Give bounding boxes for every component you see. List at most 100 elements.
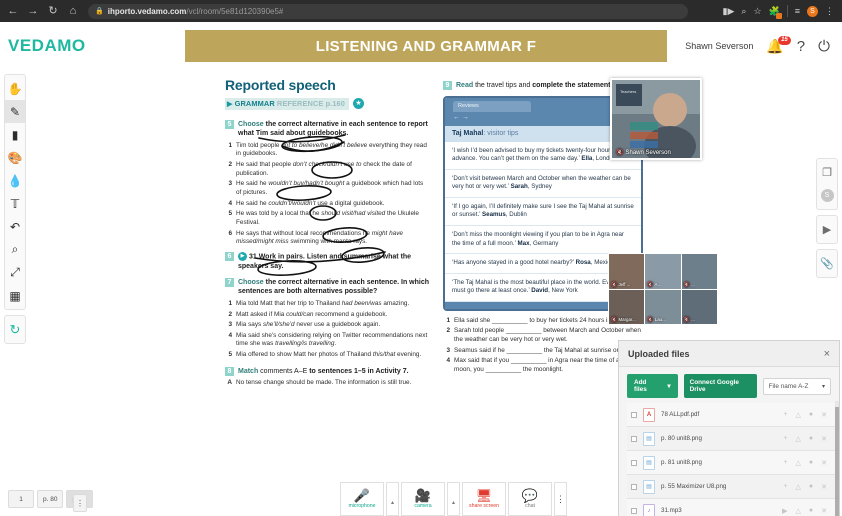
layers-icon[interactable]: ❐ bbox=[817, 161, 837, 184]
hand-tool[interactable]: ✋ bbox=[5, 77, 25, 100]
user-badge-letter: S bbox=[820, 189, 834, 202]
video-participant-label: 🔇 Shawn Severson bbox=[616, 149, 671, 157]
reload-icon[interactable]: ↻ bbox=[46, 4, 60, 18]
download-icon[interactable]: △ bbox=[796, 459, 801, 467]
video-tile[interactable]: 🔇 Margar... bbox=[609, 289, 645, 324]
shape-tool[interactable]: ▮ bbox=[5, 123, 25, 146]
info-icon[interactable]: ● bbox=[809, 435, 813, 443]
home-icon[interactable]: ⌂ bbox=[66, 4, 80, 18]
uploaded-files-panel[interactable]: Uploaded files × Add files ▾ Connect Goo… bbox=[618, 340, 840, 516]
page-thumb-p80[interactable]: p. 80 bbox=[37, 490, 64, 508]
media-cast-icon[interactable]: ▮▶ bbox=[723, 6, 735, 17]
profile-avatar[interactable]: S bbox=[807, 5, 818, 17]
menu-kebab-icon[interactable]: ⋮ bbox=[825, 6, 834, 17]
files-scrollbar-thumb[interactable] bbox=[835, 407, 839, 516]
info-icon[interactable]: ● bbox=[809, 483, 813, 491]
notifications-bell-icon[interactable]: 🔔 15 bbox=[766, 35, 791, 55]
grid-tool[interactable]: ▦ bbox=[5, 284, 25, 307]
video-tile[interactable]: 🔇 ... bbox=[681, 254, 717, 289]
play-icon[interactable]: ▶ bbox=[817, 218, 837, 241]
play-icon[interactable]: ▶ bbox=[782, 507, 787, 515]
microphone-button[interactable]: 🎤 microphone bbox=[340, 482, 384, 516]
page-navigation: ⋮ 1 p. 80 p. 81 bbox=[8, 490, 93, 512]
reference-page: p.160 bbox=[325, 98, 345, 108]
help-icon[interactable]: ? bbox=[797, 38, 805, 55]
delete-icon[interactable]: ✕ bbox=[821, 507, 827, 515]
video-tile[interactable]: 🔇 ... bbox=[681, 289, 717, 324]
worksheet-page[interactable]: Reported speech ▶ GRAMMAR REFERENCE p.16… bbox=[185, 70, 655, 516]
page-menu-kebab-icon[interactable]: ⋮ bbox=[72, 494, 87, 512]
file-checkbox[interactable] bbox=[631, 411, 637, 418]
info-icon[interactable]: ● bbox=[809, 507, 813, 515]
exercise-heading-mid: comments A–E bbox=[258, 367, 310, 375]
reading-list-icon[interactable]: ≡ bbox=[795, 6, 800, 16]
pen-tool[interactable]: ✎ bbox=[5, 100, 25, 123]
user-badge-icon[interactable]: S bbox=[817, 184, 837, 207]
vedamo-logo[interactable]: VEDAMO bbox=[0, 36, 185, 56]
text-tool[interactable]: 𝕋 bbox=[5, 192, 25, 215]
info-icon[interactable]: ● bbox=[809, 459, 813, 467]
video-tile[interactable]: 🔇 Lau... bbox=[645, 289, 681, 324]
page-thumb-1[interactable]: 1 bbox=[8, 490, 34, 508]
url-text: ihporto.vedamo.com/vcl/room/5e81d120390e… bbox=[108, 7, 284, 16]
zoom-icon[interactable]: ⌕ bbox=[741, 6, 746, 17]
file-checkbox[interactable] bbox=[631, 507, 637, 514]
video-tile[interactable]: 🔇 A... bbox=[645, 254, 681, 289]
fill-tool[interactable]: 💧 bbox=[5, 169, 25, 192]
camera-options-caret[interactable]: ▴ bbox=[447, 482, 460, 516]
files-list[interactable]: A 78 ALLpdf.pdf + △ ● ✕ ▤ p. 80 unit8.png +… bbox=[627, 403, 835, 516]
share-screen-button[interactable]: 🖥 share screen bbox=[462, 482, 506, 516]
camera-button[interactable]: 🎥 camera bbox=[401, 482, 445, 516]
connect-google-drive-button[interactable]: Connect Google Drive bbox=[683, 374, 757, 398]
grammar-reference-link[interactable]: ▶ GRAMMAR REFERENCE p.160 bbox=[225, 97, 349, 110]
file-row[interactable]: ▤ p. 80 unit8.png + △ ● ✕ bbox=[627, 427, 835, 451]
video-tile[interactable]: 🔇 Jeff ... bbox=[609, 254, 645, 289]
add-files-button[interactable]: Add files ▾ bbox=[627, 374, 678, 398]
refresh-board-tool[interactable]: ↻ bbox=[5, 318, 25, 341]
more-options-kebab-icon[interactable]: ⋮ bbox=[554, 482, 567, 516]
add-to-board-icon[interactable]: + bbox=[783, 459, 787, 467]
delete-icon[interactable]: ✕ bbox=[821, 483, 827, 491]
bookmark-star-icon[interactable]: ☆ bbox=[753, 6, 761, 17]
file-checkbox[interactable] bbox=[631, 435, 637, 442]
download-icon[interactable]: △ bbox=[796, 483, 801, 491]
extension-puzzle-icon[interactable]: 🧩 bbox=[769, 6, 782, 19]
triangle-icon: ▶ bbox=[227, 100, 233, 108]
add-to-board-icon[interactable]: + bbox=[783, 411, 787, 419]
forward-arrow-icon[interactable]: → bbox=[26, 4, 40, 18]
palette-tool[interactable]: 🎨 bbox=[5, 146, 25, 169]
zoom-tool[interactable]: ⌕ bbox=[5, 238, 25, 261]
file-row[interactable]: ▤ p. 81 unit8.png + △ ● ✕ bbox=[627, 451, 835, 475]
audio-file-icon: ♪ bbox=[643, 503, 655, 516]
audio-play-icon[interactable]: ▶ bbox=[238, 251, 247, 261]
participant-video-grid[interactable]: 🔇 Jeff ... 🔇 A... 🔇 ... 🔇 Margar... 🔇 La… bbox=[608, 253, 718, 325]
delete-icon[interactable]: ✕ bbox=[821, 435, 827, 443]
close-icon[interactable]: × bbox=[824, 348, 830, 360]
address-bar[interactable]: 🔒 ihporto.vedamo.com/vcl/room/5e81d12039… bbox=[88, 3, 688, 19]
file-row[interactable]: ▤ p. 55 Maximizer U8.png + △ ● ✕ bbox=[627, 475, 835, 499]
fit-screen-tool[interactable]: ⤢ bbox=[5, 261, 25, 284]
sort-select[interactable]: File name A-Z ▾ bbox=[762, 377, 831, 395]
attachment-icon[interactable]: 📎 bbox=[817, 252, 837, 275]
file-checkbox[interactable] bbox=[631, 483, 637, 490]
add-to-board-icon[interactable]: + bbox=[783, 483, 787, 491]
power-exit-icon[interactable]: ⏻ bbox=[818, 38, 830, 55]
add-to-board-icon[interactable]: + bbox=[783, 435, 787, 443]
delete-icon[interactable]: ✕ bbox=[821, 459, 827, 467]
download-icon[interactable]: △ bbox=[796, 435, 801, 443]
microphone-options-caret[interactable]: ▴ bbox=[386, 482, 399, 516]
exercise-number: 6 bbox=[225, 251, 234, 261]
exercise-heading: Read the travel tips and complete the st… bbox=[456, 81, 630, 90]
exercise-heading-bold: to sentences 1–5 in Activity 7. bbox=[309, 367, 409, 375]
file-row[interactable]: ♪ 31.mp3 ▶ △ ● ✕ bbox=[627, 499, 835, 516]
file-row[interactable]: A 78 ALLpdf.pdf + △ ● ✕ bbox=[627, 403, 835, 427]
info-icon[interactable]: ● bbox=[809, 411, 813, 419]
main-video-tile[interactable]: Teachers 🔇 Shawn Severson bbox=[610, 78, 702, 160]
back-arrow-icon[interactable]: ← bbox=[6, 4, 20, 18]
delete-icon[interactable]: ✕ bbox=[821, 411, 827, 419]
download-icon[interactable]: △ bbox=[796, 507, 801, 515]
download-icon[interactable]: △ bbox=[796, 411, 801, 419]
chat-button[interactable]: 💬 chat bbox=[508, 482, 552, 516]
file-checkbox[interactable] bbox=[631, 459, 637, 466]
undo-tool[interactable]: ↶ bbox=[5, 215, 25, 238]
